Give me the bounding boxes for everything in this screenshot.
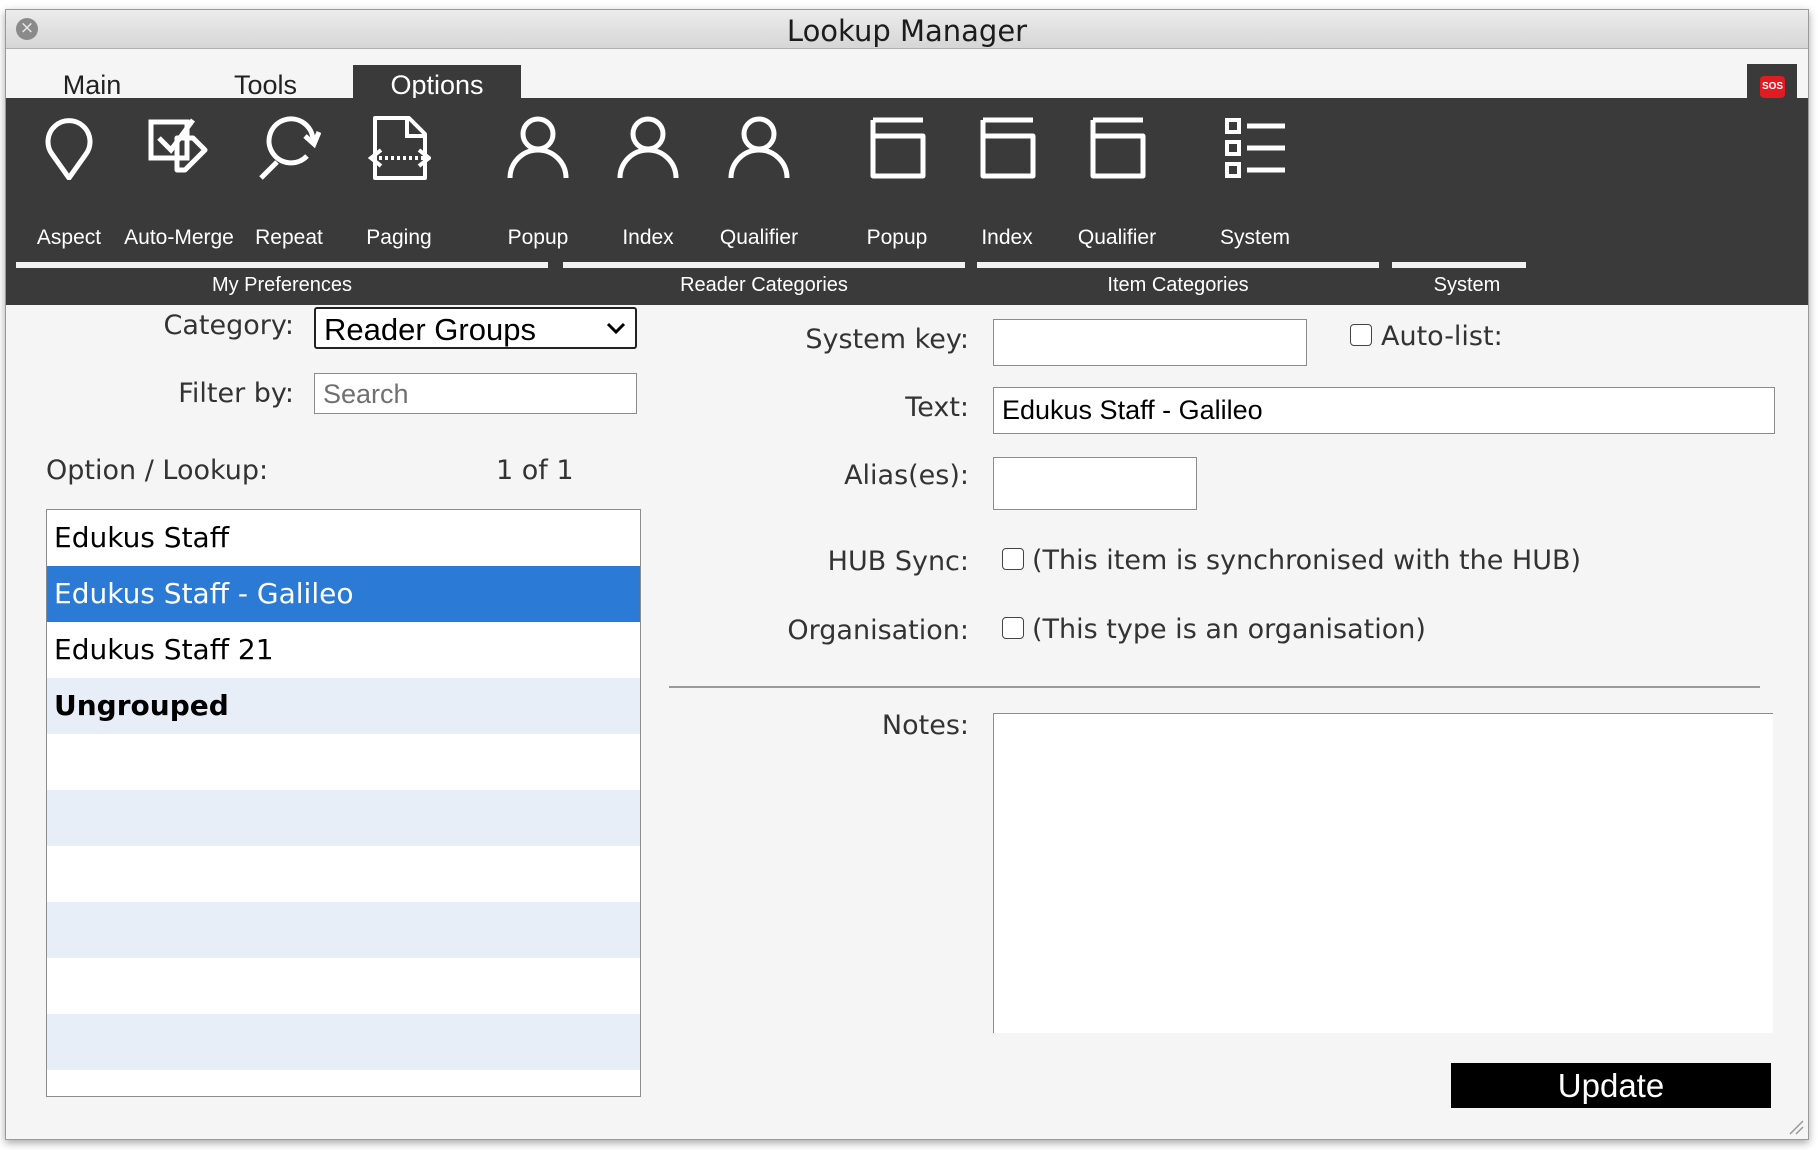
ribbon-button-label: Paging [366, 226, 432, 249]
group-label-item-categories: Item Categories [1107, 274, 1249, 296]
text-input-value: Edukus Staff - Galileo [1002, 395, 1263, 425]
list-item[interactable]: Edukus Staff 21 [47, 622, 640, 678]
ribbon-reader-popup-button[interactable]: Popup [475, 104, 601, 249]
list-item-selected[interactable]: Edukus Staff - Galileo [47, 566, 640, 622]
empty-row [47, 1014, 640, 1070]
ribbon-button-label: Qualifier [719, 226, 799, 249]
search-placeholder: Search [323, 379, 409, 409]
group-underline [563, 262, 965, 268]
group-label-system: System [1433, 274, 1501, 296]
ribbon-item-qualifier-button[interactable]: Qualifier [1054, 104, 1180, 249]
ribbon-button-label: System [1219, 226, 1290, 249]
title-bar: × Lookup Manager [6, 10, 1808, 49]
text-label: Text: [905, 392, 969, 423]
system-key-label: System key: [805, 324, 969, 355]
auto-list-checkbox[interactable] [1350, 324, 1372, 346]
merge-check-icon [148, 118, 208, 173]
notes-textarea[interactable] [993, 713, 1773, 1033]
options-ribbon: Aspect Auto-Merge Repeat Paging Popup In… [6, 98, 1808, 305]
group-label-my-preferences: My Preferences [211, 274, 353, 296]
ribbon-reader-qualifier-button[interactable]: Qualifier [696, 104, 822, 249]
list-item[interactable]: Edukus Staff [47, 510, 640, 566]
organisation-checkbox[interactable] [1002, 617, 1024, 639]
group-label-reader-categories: Reader Categories [680, 274, 848, 296]
category-select[interactable]: Reader Groups [314, 307, 637, 349]
window-title: Lookup Manager [786, 14, 1028, 48]
map-pin-icon [45, 118, 93, 180]
person-icon [728, 116, 790, 179]
chevron-down-icon [606, 322, 626, 335]
ribbon-auto-merge-button[interactable]: Auto-Merge [116, 104, 242, 249]
system-key-input[interactable] [993, 319, 1307, 366]
ribbon-item-index-button[interactable]: Index [944, 104, 1070, 249]
ribbon-system-button[interactable]: System [1192, 104, 1318, 249]
paging-icon [367, 116, 431, 180]
ribbon-paging-button[interactable]: Paging [336, 104, 462, 249]
group-underline [977, 262, 1379, 268]
person-icon [617, 116, 679, 179]
category-select-value: Reader Groups [324, 312, 536, 347]
option-lookup-label: Option / Lookup: [46, 455, 269, 486]
repeat-search-icon [259, 116, 321, 180]
hub-sync-label: HUB Sync: [827, 546, 969, 577]
empty-row [47, 734, 640, 790]
aliases-input[interactable] [993, 457, 1197, 510]
sos-icon: SOS [1760, 76, 1785, 98]
update-button[interactable]: Update [1451, 1063, 1771, 1108]
organisation-description: (This type is an organisation) [1032, 614, 1426, 645]
text-input[interactable]: Edukus Staff - Galileo [993, 387, 1775, 434]
empty-row [47, 902, 640, 958]
lookup-manager-window: × Lookup Manager Main Tools Options SOS … [5, 9, 1809, 1140]
hub-sync-checkbox[interactable] [1002, 548, 1024, 570]
hub-sync-description: (This item is synchronised with the HUB) [1032, 545, 1582, 576]
group-underline [16, 262, 548, 268]
ribbon-reader-index-button[interactable]: Index [585, 104, 711, 249]
category-label: Category: [163, 310, 294, 341]
window-icon [1090, 117, 1146, 179]
person-icon [507, 116, 569, 179]
lookup-list[interactable]: Edukus Staff Edukus Staff - Galileo Eduk… [46, 509, 641, 1097]
window-icon [870, 117, 926, 179]
group-underline [1392, 262, 1526, 268]
ribbon-button-label: Qualifier [1077, 226, 1157, 249]
section-divider [669, 686, 1760, 688]
empty-row [47, 846, 640, 902]
filter-label: Filter by: [178, 378, 294, 409]
ribbon-aspect-button[interactable]: Aspect [6, 104, 132, 249]
list-item[interactable]: Ungrouped [47, 678, 640, 734]
notes-label: Notes: [881, 710, 969, 741]
window-icon [980, 117, 1036, 179]
aliases-label: Alias(es): [844, 460, 969, 491]
search-input[interactable]: Search [314, 373, 637, 414]
empty-row [47, 958, 640, 1014]
list-icon [1225, 118, 1285, 178]
resize-grip-icon[interactable] [1786, 1117, 1804, 1135]
auto-list-label: Auto-list: [1381, 321, 1503, 352]
empty-row [47, 790, 640, 846]
ribbon-item-popup-button[interactable]: Popup [834, 104, 960, 249]
organisation-label: Organisation: [787, 615, 969, 646]
ribbon-repeat-button[interactable]: Repeat [226, 104, 352, 249]
record-counter: 1 of 1 [496, 455, 574, 486]
